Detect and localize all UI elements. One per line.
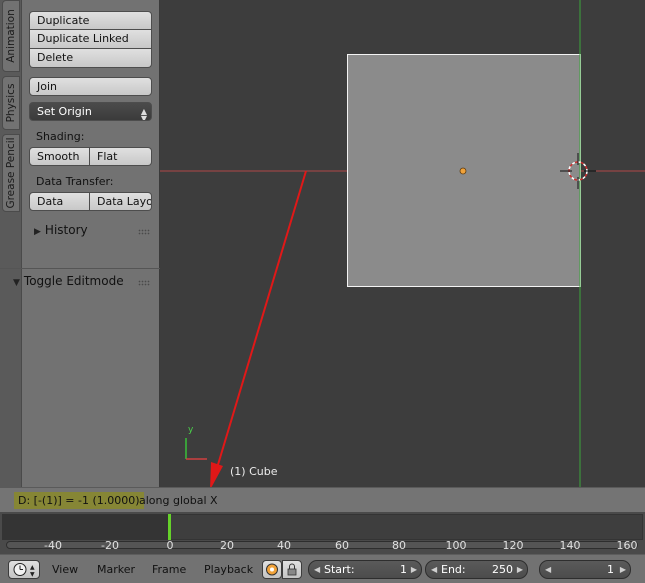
timeline-editor[interactable]: -40 -20 0 20 40 60 80 100 120 140 160: [0, 512, 645, 554]
flat-button[interactable]: Flat: [90, 147, 152, 166]
increment-arrow-icon[interactable]: ▶: [517, 561, 523, 578]
expand-triangle-icon: ▶: [34, 227, 41, 237]
tool-shelf-tabs: Animation Physics Grease Pencil: [0, 0, 22, 487]
transform-status-value: D: [-(1)] = -1 (1.0000): [14, 492, 144, 509]
timeline-tick: 160: [616, 539, 638, 552]
timeline-track[interactable]: [2, 514, 643, 540]
menu-frame[interactable]: Frame: [152, 563, 186, 576]
smooth-button[interactable]: Smooth: [29, 147, 90, 166]
timeline-out-of-range: [3, 515, 170, 539]
end-frame-field[interactable]: ◀ End: 250 ▶: [425, 560, 528, 579]
panel-divider: [0, 268, 160, 269]
timeline-tick: 120: [502, 539, 524, 552]
collapse-triangle-icon: ▼: [13, 278, 20, 288]
axis-gizmo-icon: [185, 438, 207, 460]
svg-text:▼: ▼: [30, 571, 35, 578]
end-frame-label: End:: [441, 563, 466, 576]
increment-arrow-icon[interactable]: ▶: [411, 561, 417, 578]
tab-physics-label: Physics: [5, 83, 17, 123]
decrement-arrow-icon[interactable]: ◀: [314, 561, 320, 578]
object-info-text: (1) Cube: [230, 465, 278, 478]
menu-view[interactable]: View: [52, 563, 78, 576]
down-arrow-icon: ▼: [140, 114, 147, 121]
origin-dot-icon: [459, 167, 467, 175]
current-frame-field[interactable]: ◀ 1 ▶: [539, 560, 631, 579]
svg-text:▲: ▲: [30, 564, 35, 571]
tab-animation[interactable]: Animation: [2, 0, 20, 72]
tab-grease-pencil[interactable]: Grease Pencil: [2, 134, 20, 212]
timeline-header: ▲ ▼ View Marker Frame Playback ◀ Start: …: [0, 554, 645, 583]
timeline-tick: 60: [335, 539, 349, 552]
history-label: History: [44, 223, 88, 237]
editor-type-selector[interactable]: ▲ ▼: [8, 560, 40, 579]
duplicate-linked-button[interactable]: Duplicate Linked: [29, 30, 152, 49]
tab-animation-label: Animation: [5, 9, 17, 63]
join-button[interactable]: Join: [29, 77, 152, 96]
decrement-arrow-icon[interactable]: ◀: [545, 561, 551, 578]
transform-status-axis: along global X: [139, 494, 218, 507]
annotation-arrow-icon: [210, 170, 307, 487]
viewport-header-status: D: [-(1)] = -1 (1.0000) along global X: [0, 487, 645, 512]
lock-button[interactable]: [282, 560, 302, 579]
timeline-tick: 100: [445, 539, 467, 552]
history-panel-header[interactable]: ▶ History: [34, 223, 88, 237]
current-frame-value: 1: [607, 563, 614, 576]
data-layout-button[interactable]: Data Layo: [90, 192, 152, 211]
3d-viewport[interactable]: y (1) Cube: [160, 0, 645, 487]
menu-playback[interactable]: Playback: [204, 563, 253, 576]
timeline-tick: 140: [559, 539, 581, 552]
duplicate-button[interactable]: Duplicate: [29, 11, 152, 30]
tab-physics[interactable]: Physics: [2, 76, 20, 130]
delete-button[interactable]: Delete: [29, 49, 152, 68]
end-frame-value: 250: [492, 563, 513, 576]
timeline-tick: 80: [392, 539, 406, 552]
timeline-tick: 20: [220, 539, 234, 552]
operator-panel-header[interactable]: ▼ Toggle Editmode: [13, 274, 124, 288]
tool-panel: Duplicate Duplicate Linked Delete Join S…: [22, 0, 160, 487]
drag-grip-icon[interactable]: [138, 229, 150, 235]
shading-label: Shading:: [36, 130, 85, 143]
record-icon: [266, 563, 278, 576]
set-origin-label: Set Origin: [37, 105, 92, 118]
timeline-tick: -40: [44, 539, 62, 552]
axis-y-label: y: [188, 425, 194, 435]
operator-drag-grip-icon[interactable]: [138, 280, 150, 286]
keying-set-button[interactable]: [262, 560, 282, 579]
operator-panel-title: Toggle Editmode: [23, 274, 124, 288]
data-button[interactable]: Data: [29, 192, 90, 211]
increment-arrow-icon[interactable]: ▶: [620, 561, 626, 578]
set-origin-dropdown[interactable]: Set Origin ▲ ▼: [29, 102, 152, 121]
timeline-tick: 0: [166, 539, 174, 552]
start-frame-value: 1: [400, 563, 407, 576]
menu-marker[interactable]: Marker: [97, 563, 135, 576]
tab-grease-pencil-label: Grease Pencil: [5, 137, 17, 209]
start-frame-field[interactable]: ◀ Start: 1 ▶: [308, 560, 422, 579]
clock-icon: ▲ ▼: [13, 563, 35, 578]
timeline-tick: 40: [277, 539, 291, 552]
data-transfer-label: Data Transfer:: [36, 175, 114, 188]
timeline-tick: -20: [101, 539, 119, 552]
3d-cursor-icon: [560, 153, 596, 189]
viewport-foreground: [185, 54, 596, 487]
lock-icon: [287, 563, 297, 576]
decrement-arrow-icon[interactable]: ◀: [431, 561, 437, 578]
start-frame-label: Start:: [324, 563, 355, 576]
timeline-playhead[interactable]: [168, 514, 171, 540]
